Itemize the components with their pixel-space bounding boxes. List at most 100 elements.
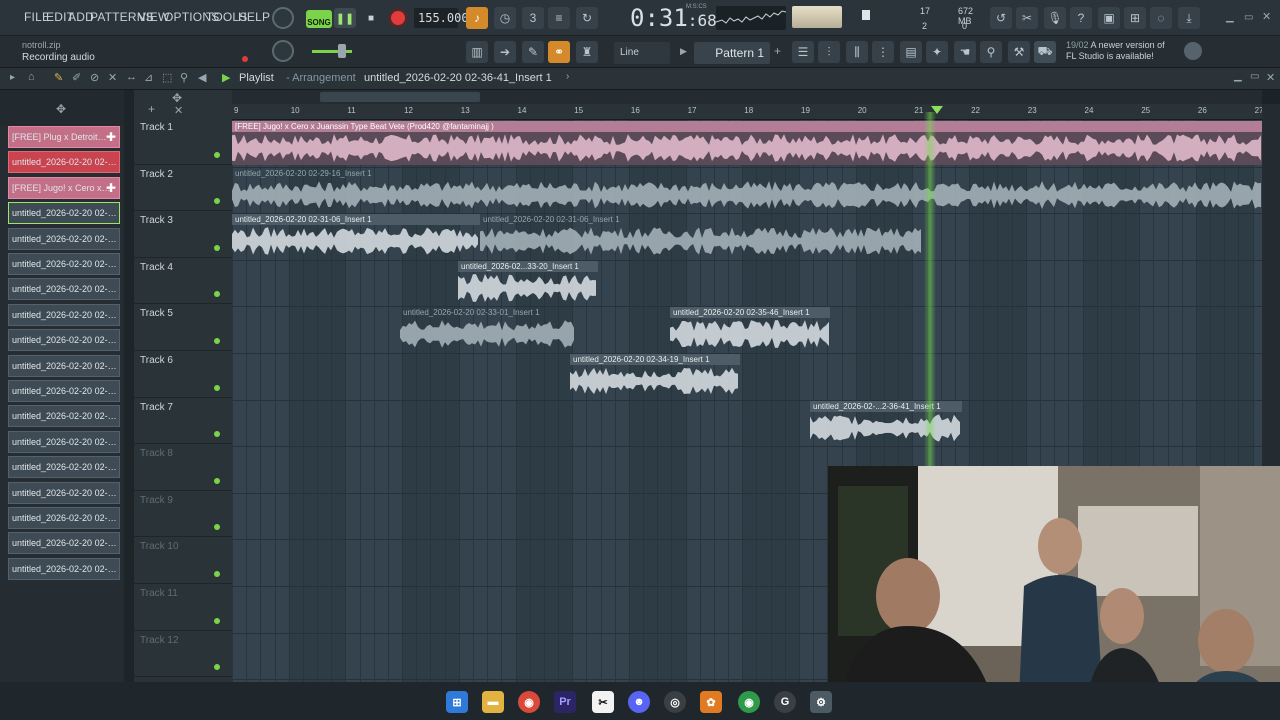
discord-icon[interactable]: ☻ bbox=[628, 691, 650, 713]
playlist-maximize-icon[interactable]: ▭ bbox=[1250, 71, 1259, 82]
picker-clip[interactable]: untitled_2026-02-20 02-… bbox=[8, 481, 120, 504]
master-volume-knob[interactable] bbox=[272, 7, 294, 29]
track-mute-led[interactable] bbox=[214, 477, 220, 484]
help-button[interactable]: ? bbox=[1070, 7, 1092, 29]
magnet-icon[interactable]: ⌂ bbox=[28, 71, 35, 83]
chrome-alt-icon[interactable]: ◉ bbox=[738, 691, 760, 713]
mute-icon[interactable]: ✕ bbox=[108, 71, 117, 84]
mixer-button[interactable]: ⫶ bbox=[818, 41, 840, 63]
audio-clip[interactable]: untitled_2026-02-...2-36-41_Insert 1 bbox=[810, 400, 962, 445]
track-header[interactable]: Track 9 bbox=[134, 491, 232, 538]
scroll-thumb[interactable] bbox=[320, 92, 480, 102]
plugin-button[interactable]: ⊞ bbox=[1124, 7, 1146, 29]
chrome-icon[interactable]: ◉ bbox=[518, 691, 540, 713]
audio-clip[interactable]: untitled_2026-02-20 02-29-16_Insert 1 bbox=[232, 168, 1262, 212]
update-news[interactable]: 19/02 A newer version of FL Studio is av… bbox=[1066, 40, 1165, 62]
shop-button[interactable]: ⛟ bbox=[1034, 41, 1056, 63]
delete-icon[interactable]: ⊘ bbox=[90, 71, 99, 84]
track-mute-led[interactable] bbox=[214, 337, 220, 344]
track-header[interactable]: Track 12 bbox=[134, 631, 232, 678]
remove-icon[interactable]: ✕ bbox=[174, 104, 183, 117]
track-header[interactable]: Track 3 bbox=[134, 211, 232, 258]
piano-roll-button[interactable]: ▥ bbox=[466, 41, 488, 63]
picker-clip[interactable]: untitled_2026-02-20 02-… bbox=[8, 151, 120, 174]
track-mute-led[interactable] bbox=[214, 524, 220, 531]
timeline-ruler[interactable]: 9 10 11 12 13 14 15 16 17 18 19 20 21 22 23 24 25 26 27 bbox=[232, 104, 1264, 120]
pattern-prev-icon[interactable]: ▶ bbox=[680, 46, 687, 57]
pattern-selector[interactable]: Pattern 1 bbox=[694, 42, 770, 64]
track-header[interactable]: Track 2 bbox=[134, 165, 232, 212]
track-header[interactable]: Track 4 bbox=[134, 258, 232, 305]
play-pause-button[interactable]: ❚❚ bbox=[334, 8, 356, 28]
record-button[interactable] bbox=[388, 8, 408, 28]
master-volume-slider[interactable] bbox=[312, 50, 352, 53]
track-mute-led[interactable] bbox=[214, 244, 220, 251]
link-button[interactable]: ⚭ bbox=[548, 41, 570, 63]
stamp-button[interactable]: ♜ bbox=[576, 41, 598, 63]
picker-clip[interactable]: untitled_2026-02-20 02-… bbox=[8, 303, 120, 326]
audio-clip[interactable]: untitled_2026-02-20 02-31-06_Insert 1 bbox=[480, 214, 922, 258]
fl-studio-icon[interactable]: ✿ bbox=[700, 691, 722, 713]
paint-icon[interactable]: ✐ bbox=[72, 71, 81, 84]
tool-button[interactable]: ⚒ bbox=[1008, 41, 1030, 63]
capcut-icon[interactable]: ✂ bbox=[592, 691, 614, 713]
track-mute-led[interactable] bbox=[214, 198, 220, 205]
audio-clip[interactable]: untitled_2026-02-20 02-31-06_Insert 1 bbox=[232, 214, 480, 258]
track-mute-led[interactable] bbox=[214, 384, 220, 391]
touch-button[interactable]: ☚ bbox=[954, 41, 976, 63]
draw-tool-button[interactable]: ✎ bbox=[522, 41, 544, 63]
picker-clip[interactable]: untitled_2026-02-20 02-… bbox=[8, 227, 120, 250]
track-header[interactable]: Track 5 bbox=[134, 304, 232, 351]
playlist-minimize-icon[interactable]: ▁ bbox=[1234, 71, 1242, 82]
audio-clip[interactable]: untitled_2026-02-20 02-34-19_Insert 1 bbox=[570, 354, 740, 398]
countdown-button[interactable]: 3 bbox=[522, 7, 544, 29]
download-button[interactable]: ⤓ bbox=[1178, 7, 1200, 29]
picker-clip[interactable]: untitled_2026-02-20 02-… bbox=[8, 430, 120, 453]
start-icon[interactable]: ⊞ bbox=[446, 691, 468, 713]
premiere-icon[interactable]: Pr bbox=[554, 691, 576, 713]
picker-clip[interactable]: untitled_2026-02-20 02-… bbox=[8, 507, 120, 529]
channel-rack-button[interactable]: ☰ bbox=[792, 41, 814, 63]
eq-button[interactable]: ⫼ bbox=[846, 41, 868, 63]
snap-select[interactable]: Line bbox=[614, 42, 670, 64]
audio-clip[interactable]: [FREE] Jugo! x Cero x Juanssin Type Beat… bbox=[232, 121, 1262, 165]
picker-clip[interactable]: untitled_2026-02-20 02-… bbox=[8, 253, 120, 275]
picker-clip[interactable]: untitled_2026-02-20 02-… bbox=[8, 532, 120, 555]
save-button[interactable]: ▣ bbox=[1098, 7, 1120, 29]
add-track-icon[interactable]: + bbox=[148, 102, 155, 116]
select-icon[interactable]: ⬚ bbox=[162, 71, 172, 84]
picker-clip[interactable]: [FREE] Plug x Detroit… ✚ bbox=[8, 126, 120, 148]
minimize-icon[interactable]: ▁ bbox=[1226, 12, 1234, 23]
zoom-icon[interactable]: ⚲ bbox=[180, 71, 188, 84]
picker-clip[interactable]: untitled_2026-02-20 02-… bbox=[8, 456, 120, 479]
track-mute-led[interactable] bbox=[214, 664, 220, 671]
settings-icon[interactable]: ⚙ bbox=[810, 691, 832, 713]
add-clip-icon[interactable]: ✚ bbox=[106, 181, 116, 195]
picker-clip[interactable]: untitled_2026-02-20 02-… bbox=[8, 405, 120, 428]
menu-help[interactable]: HELP bbox=[238, 10, 270, 24]
selected-clip-label[interactable]: untitled_2026-02-20 02-36-41_Insert 1 bbox=[364, 72, 552, 84]
plugin-picker-button[interactable]: ✦ bbox=[926, 41, 948, 63]
tempo-display[interactable]: 155.000 bbox=[414, 8, 469, 28]
track-header[interactable]: Track 1 bbox=[134, 118, 232, 165]
stop-button[interactable]: ■ bbox=[362, 8, 380, 28]
obs-icon[interactable]: ◎ bbox=[664, 691, 686, 713]
track-mute-led[interactable] bbox=[214, 151, 220, 158]
playlist-button[interactable]: ➔ bbox=[494, 41, 516, 63]
track-mute-led[interactable] bbox=[214, 617, 220, 624]
undo-history-button[interactable]: ↺ bbox=[990, 7, 1012, 29]
picker-scrollbar[interactable] bbox=[124, 90, 134, 682]
audio-clip[interactable]: untitled_2026-02-20 02-33-01_Insert 1 bbox=[400, 307, 576, 351]
file-explorer-icon[interactable]: ▬ bbox=[482, 691, 504, 713]
track-mute-led[interactable] bbox=[214, 291, 220, 298]
loop-record-button[interactable]: ↻ bbox=[576, 7, 598, 29]
play-icon[interactable]: ▶ bbox=[222, 71, 230, 84]
slider-handle[interactable] bbox=[338, 44, 346, 58]
picker-move-icon[interactable]: ✥ bbox=[56, 102, 66, 116]
mic-button[interactable]: 🎙 bbox=[1044, 7, 1066, 29]
app-icon[interactable]: G bbox=[774, 691, 796, 713]
maximize-icon[interactable]: ▭ bbox=[1244, 12, 1253, 23]
master-pitch-knob[interactable] bbox=[272, 40, 294, 62]
tuner-button[interactable]: ⚲ bbox=[980, 41, 1002, 63]
chat-button[interactable]: ◌ bbox=[1150, 7, 1172, 29]
